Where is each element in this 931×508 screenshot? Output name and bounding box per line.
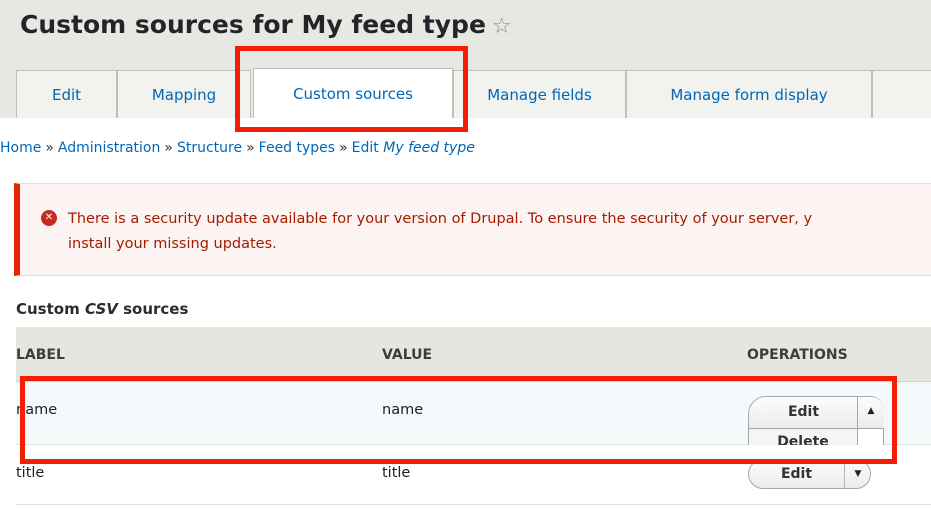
alert-message: There is a security update available for… — [68, 207, 931, 257]
dropdown-toggle[interactable]: ▲ — [857, 397, 884, 429]
section-title-suffix: sources — [123, 300, 189, 318]
breadcrumb-link-structure[interactable]: Structure — [177, 140, 242, 156]
edit-button[interactable]: Edit — [749, 397, 858, 429]
breadcrumb-separator: » — [339, 140, 348, 156]
row-value-cell: title — [382, 465, 411, 481]
tab-label: Manage form display — [670, 85, 828, 104]
tab-overflow — [872, 70, 931, 118]
breadcrumb-separator: » — [45, 140, 54, 156]
breadcrumb-link-edit[interactable]: Edit My feed type — [352, 140, 475, 156]
page-title-text: Custom sources for My feed type — [20, 10, 486, 39]
tab-edit[interactable]: Edit — [16, 70, 117, 118]
alert-line-2: install your missing updates. — [68, 236, 277, 252]
star-outline-icon[interactable]: ☆ — [492, 14, 512, 39]
tab-label: Manage fields — [487, 85, 592, 104]
tab-label: Custom sources — [293, 84, 413, 103]
section-title: Custom CSV sources — [16, 300, 188, 318]
edit-button-label: Edit — [787, 404, 820, 420]
edit-button[interactable]: Edit — [749, 460, 844, 488]
page-header: Custom sources for My feed type ☆ Edit Ma… — [0, 0, 931, 118]
tab-label: Mapping — [151, 85, 217, 104]
column-header-operations: OPERATIONS — [747, 347, 848, 363]
breadcrumb-link-home[interactable]: Home — [0, 140, 41, 156]
tab-mapping[interactable]: Mapping — [117, 70, 251, 118]
tab-manage-fields[interactable]: Manage fields — [453, 70, 626, 118]
alert-line-1: There is a security update available for… — [68, 211, 813, 227]
tab-custom-sources[interactable]: Custom sources — [253, 68, 453, 118]
section-title-prefix: Custom — [16, 300, 80, 318]
chevron-down-icon[interactable]: ▼ — [845, 460, 871, 488]
breadcrumb-edit-target: My feed type — [383, 140, 475, 156]
row-label-cell: title — [16, 465, 45, 481]
breadcrumb: Home» Administration» Structure» Feed types… — [0, 140, 475, 156]
security-alert: There is a security update available for… — [14, 183, 931, 276]
column-header-value: VALUE — [382, 347, 433, 363]
primary-tabs: Edit Mapping Custom sources Manage field… — [16, 68, 931, 118]
chevron-up-icon: ▲ — [867, 406, 875, 416]
column-header-label: LABEL — [16, 347, 65, 363]
table-header: LABEL VALUE OPERATIONS — [16, 327, 931, 382]
row-value-cell: name — [382, 402, 424, 418]
section-title-em: CSV — [84, 300, 118, 318]
operations-dropdown: Edit ▼ — [748, 459, 871, 489]
breadcrumb-separator: » — [164, 140, 173, 156]
error-circle-icon — [41, 210, 57, 226]
breadcrumb-edit-prefix: Edit — [351, 140, 379, 156]
page-title: Custom sources for My feed type ☆ — [20, 10, 512, 39]
breadcrumb-separator: » — [246, 140, 255, 156]
tab-manage-form-display[interactable]: Manage form display — [626, 70, 872, 118]
row-label-cell: name — [16, 402, 58, 418]
breadcrumb-link-feed-types[interactable]: Feed types — [259, 140, 335, 156]
tab-label: Edit — [51, 85, 82, 104]
breadcrumb-link-administration[interactable]: Administration — [58, 140, 160, 156]
